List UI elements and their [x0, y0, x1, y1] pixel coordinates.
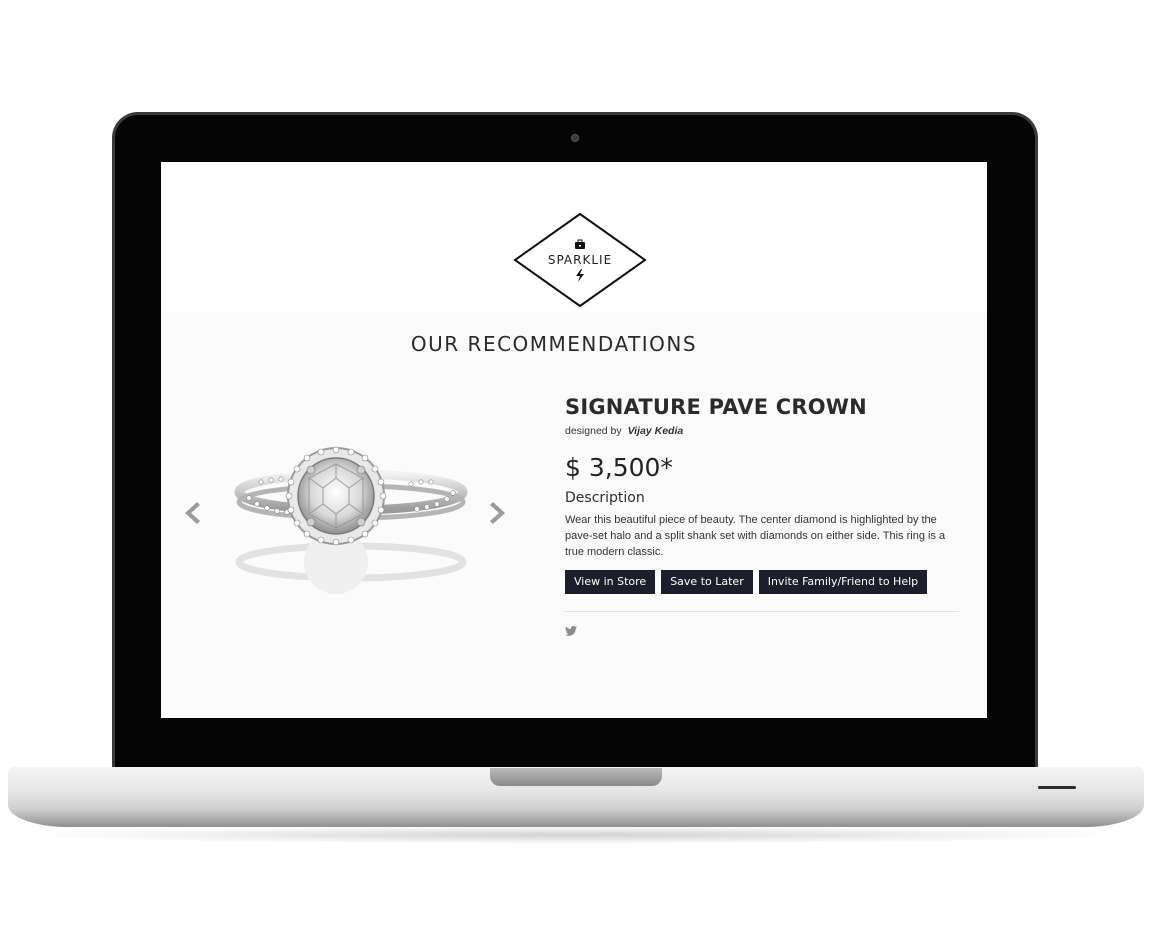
- description-label: Description: [565, 490, 645, 506]
- brand-name: SPARKLIE: [547, 253, 613, 267]
- product-details: SIGNATURE PAVE CROWN designed by Vijay K…: [565, 395, 961, 641]
- product-image[interactable]: [221, 412, 481, 612]
- brand-logo[interactable]: SPARKLIE: [513, 212, 647, 308]
- chevron-left-icon[interactable]: [181, 498, 203, 528]
- save-to-later-button[interactable]: Save to Later: [661, 570, 753, 594]
- designed-by-label: designed by: [565, 425, 622, 437]
- chevron-right-icon[interactable]: [487, 498, 509, 528]
- designer-line: designed by Vijay Kedia: [565, 425, 961, 437]
- divider: [565, 611, 959, 612]
- designer-name[interactable]: Vijay Kedia: [628, 425, 684, 437]
- laptop-indicator-light: [1038, 786, 1076, 789]
- twitter-icon[interactable]: [565, 626, 577, 636]
- action-buttons: View in Store Save to Later Invite Famil…: [565, 570, 961, 594]
- webcam: [571, 134, 579, 142]
- product-price: $ 3,500*: [565, 453, 673, 482]
- laptop-hinge-notch: [490, 768, 662, 786]
- invite-family-friend-button[interactable]: Invite Family/Friend to Help: [758, 570, 928, 594]
- product-title: SIGNATURE PAVE CROWN: [565, 395, 867, 419]
- laptop-screen: SPARKLIE OUR RECOMMENDATIONS SIGNATURE P…: [161, 162, 987, 718]
- laptop-shadow: [20, 826, 1130, 844]
- section-title: OUR RECOMMENDATIONS: [410, 332, 698, 356]
- description-text: Wear this beautiful piece of beauty. The…: [565, 514, 946, 558]
- view-in-store-button[interactable]: View in Store: [565, 570, 656, 594]
